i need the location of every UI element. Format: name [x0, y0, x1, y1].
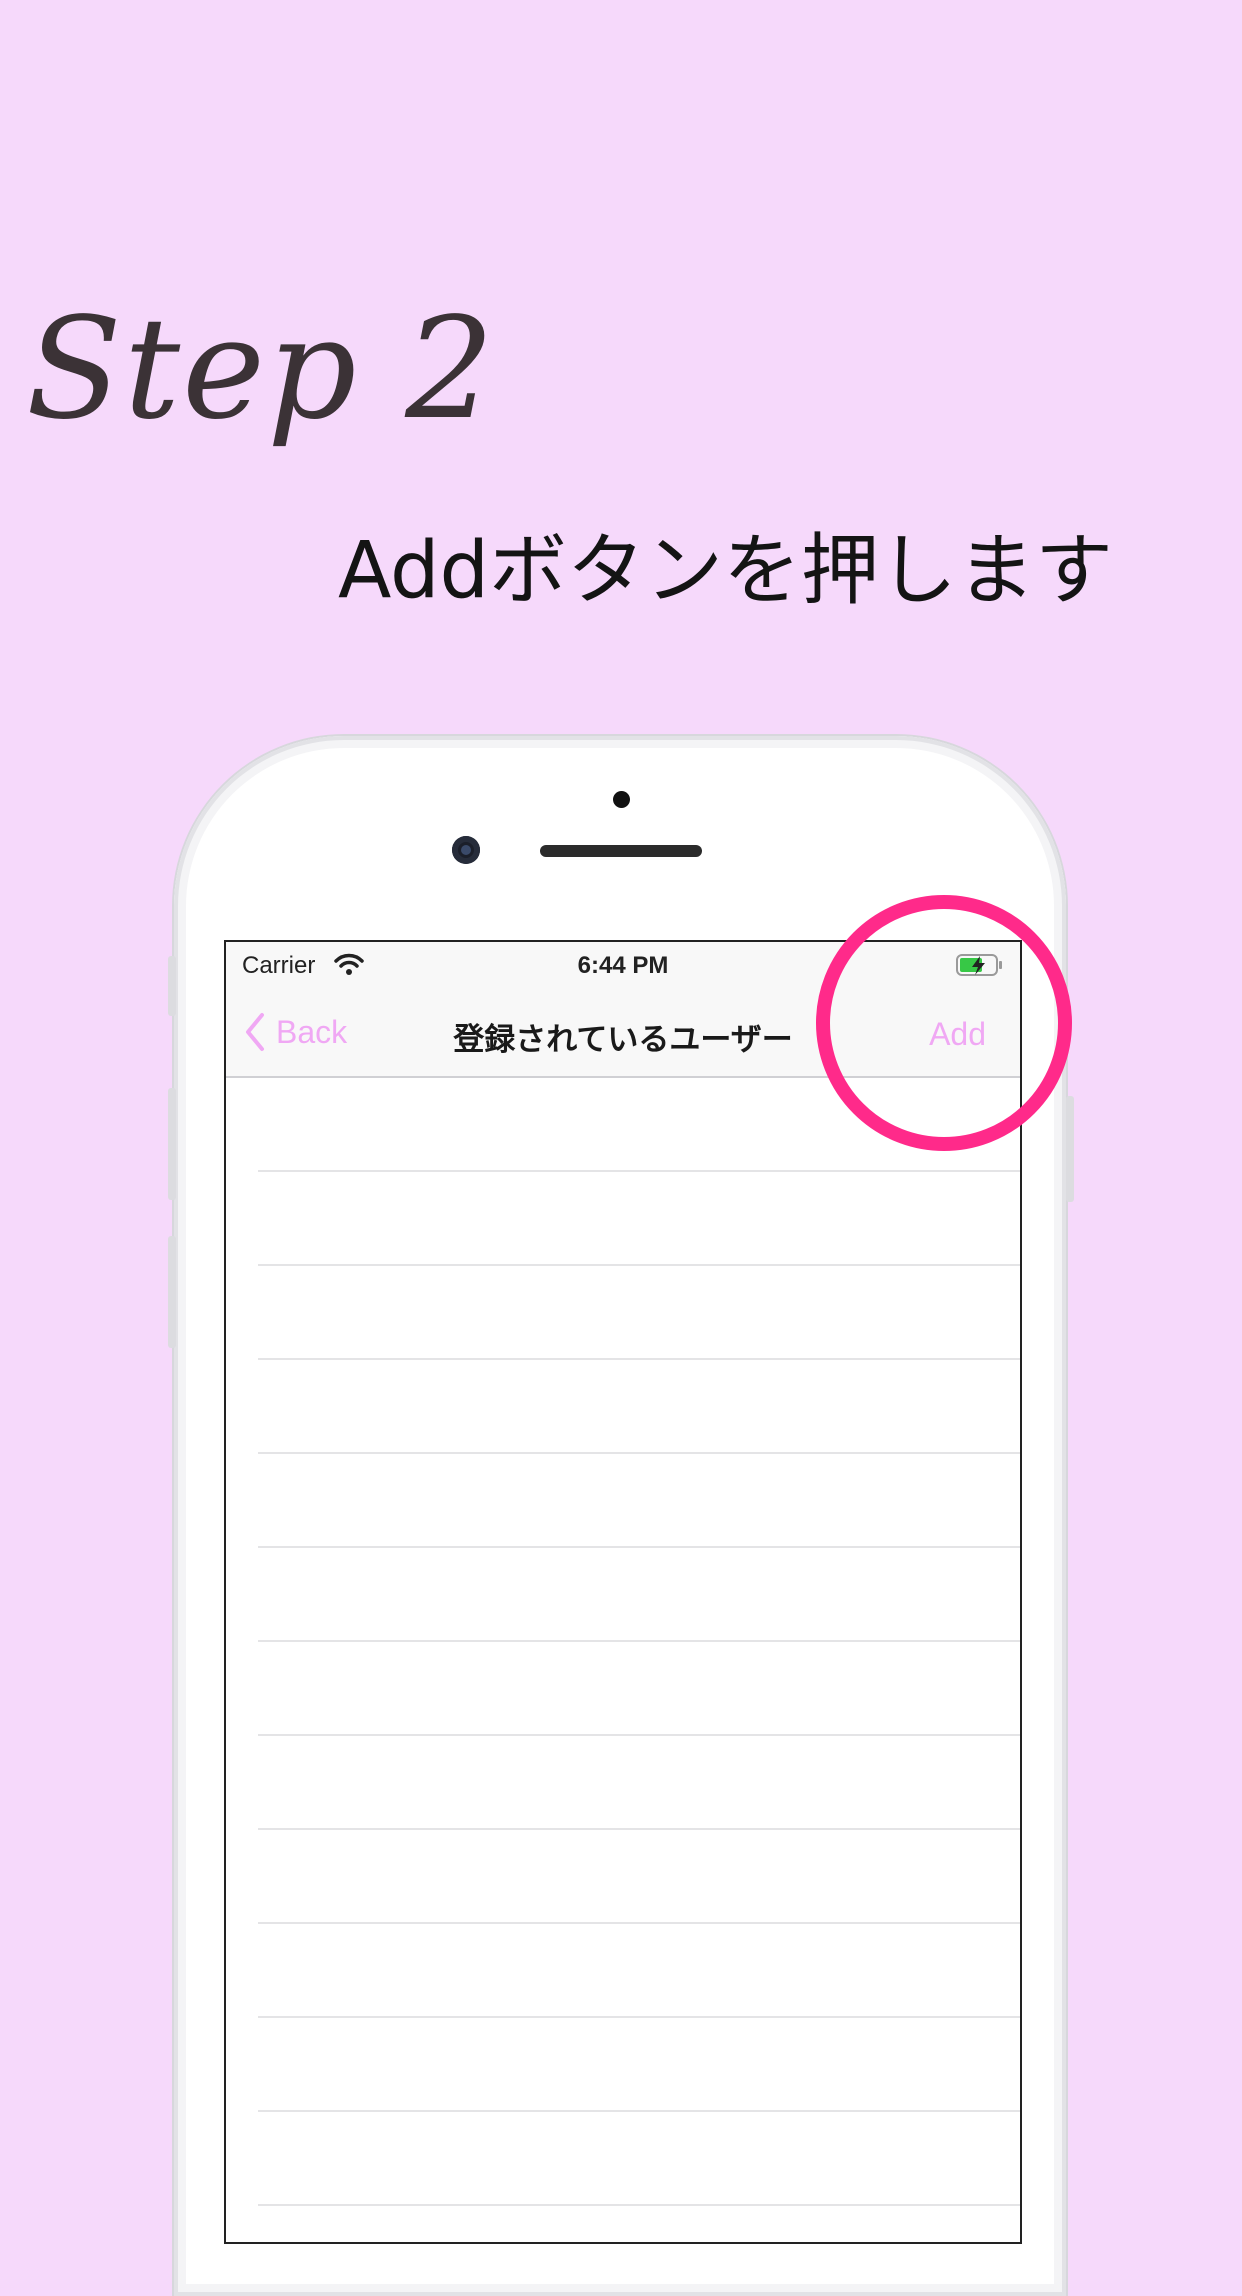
proximity-sensor — [613, 791, 630, 808]
mute-switch — [168, 956, 176, 1016]
power-button — [1066, 1096, 1074, 1202]
volume-down-button — [168, 1236, 176, 1348]
instruction-text: Addボタンを押します — [338, 526, 1114, 616]
table-row[interactable] — [258, 1924, 1020, 2018]
users-table — [226, 1078, 1020, 2242]
table-row[interactable] — [258, 1830, 1020, 1924]
table-row[interactable] — [258, 1548, 1020, 1642]
add-button-highlight-circle — [816, 895, 1072, 1151]
step-title: Step 2 — [26, 288, 497, 451]
table-row[interactable] — [258, 2018, 1020, 2112]
volume-up-button — [168, 1088, 176, 1200]
table-row[interactable] — [258, 1736, 1020, 1830]
table-row[interactable] — [258, 2206, 1020, 2242]
table-row[interactable] — [258, 1266, 1020, 1360]
table-row[interactable] — [258, 1172, 1020, 1266]
table-row[interactable] — [258, 1360, 1020, 1454]
table-row[interactable] — [258, 1454, 1020, 1548]
front-camera — [452, 836, 480, 864]
earpiece-speaker — [540, 845, 702, 857]
table-row[interactable] — [258, 2112, 1020, 2206]
table-row[interactable] — [258, 1642, 1020, 1736]
